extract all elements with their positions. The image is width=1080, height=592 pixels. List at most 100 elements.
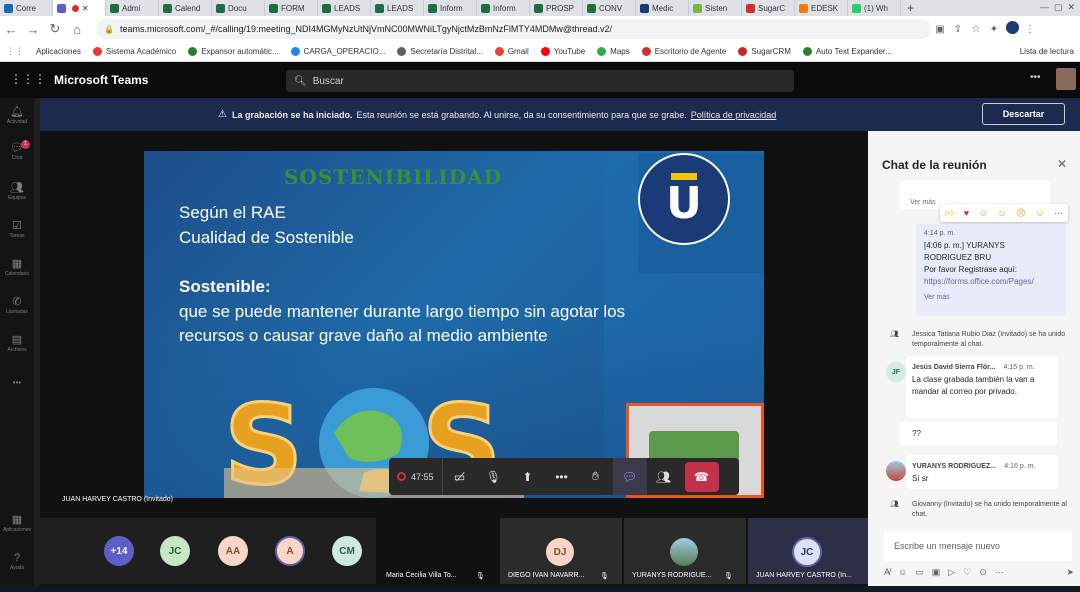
menu-icon[interactable]: ⋮ <box>1021 24 1039 35</box>
more-icon[interactable]: ⋯ <box>1054 208 1063 219</box>
rail-item-ayuda[interactable]: ? Ayuda <box>0 552 34 571</box>
profile-avatar[interactable] <box>1003 21 1021 37</box>
bookmark-item[interactable]: Sistema Académico <box>92 47 176 56</box>
share-icon[interactable]: ⇪ <box>949 24 967 35</box>
participant-avatar-cm[interactable]: CM <box>332 536 362 566</box>
format-icon[interactable]: A̸ <box>884 567 890 577</box>
rail-item-calendario[interactable]: ▦ Calendario <box>0 258 34 277</box>
see-more-link[interactable]: Ver más <box>910 197 936 209</box>
browser-tab[interactable]: Admi <box>106 0 159 16</box>
browser-tab[interactable]: SugarC <box>742 0 795 16</box>
sad-icon[interactable]: ☹ <box>1016 208 1025 219</box>
rail-item-chat[interactable]: 💬︎ Chat 1 <box>0 140 34 161</box>
bookmark-item[interactable]: Auto Text Expander... <box>802 47 892 56</box>
gif-icon[interactable]: ▭ <box>915 567 924 578</box>
forward-icon[interactable]: → <box>22 22 44 37</box>
star-icon[interactable]: ☆ <box>967 24 985 35</box>
rail-item-aplicaciones[interactable]: ▦ Aplicaciones <box>0 514 34 533</box>
browser-tab[interactable]: Inform <box>477 0 530 16</box>
home-icon[interactable]: ⌂ <box>66 22 88 37</box>
privacy-link[interactable]: Política de privacidad <box>691 110 777 120</box>
more-icon[interactable]: ⋯ <box>995 567 1004 578</box>
like-icon[interactable]: 👍︎ <box>945 208 954 219</box>
participant-avatar-a[interactable]: A <box>275 536 305 566</box>
back-icon[interactable]: ← <box>0 22 22 37</box>
browser-tab[interactable]: Docu <box>212 0 265 16</box>
camera-off-button[interactable]: ▭̸ <box>443 458 477 495</box>
send-icon[interactable]: ➤ <box>1066 567 1074 578</box>
sticker-icon[interactable]: ▣ <box>932 567 941 578</box>
browser-tab[interactable]: FORM <box>265 0 318 16</box>
praise-icon[interactable]: ♡ <box>963 567 971 578</box>
see-more-link[interactable]: Ver más <box>924 292 1058 304</box>
participant-avatar-jc[interactable]: JC <box>160 536 190 566</box>
video-tile-yuranys[interactable]: YURANYS RODRIGUE... 🎙︎ <box>624 518 746 584</box>
bookmark-item[interactable]: Escritorio de Agente <box>641 47 726 56</box>
bookmark-item[interactable]: Expansor automátic... <box>188 47 279 56</box>
participants-button[interactable]: 👥︎ <box>647 458 681 495</box>
participant-avatar-aa[interactable]: AA <box>218 536 248 566</box>
search-input[interactable]: 🔍︎ Buscar <box>286 70 794 92</box>
laugh-icon[interactable]: ☺ <box>979 208 988 218</box>
browser-tab[interactable]: LEADS <box>371 0 424 16</box>
leave-call-button[interactable]: ☎ <box>684 461 719 492</box>
tile-name: Maria Cecilia Villa To... <box>386 572 457 579</box>
browser-tab[interactable]: ✕ <box>53 0 106 16</box>
meet-icon[interactable]: ▷ <box>948 567 955 578</box>
browser-tab[interactable]: Inform <box>424 0 477 16</box>
emoji-icon[interactable]: ☺ <box>898 567 907 577</box>
rail-item-archivos[interactable]: ▤ Archivos <box>0 334 34 353</box>
bookmark-item[interactable]: Secretaría Distrital... <box>397 47 483 56</box>
browser-tab[interactable]: (1) Wh <box>848 0 901 16</box>
video-tile-juan[interactable]: JC JUAN HARVEY CASTRO (In... <box>748 518 868 584</box>
bookmark-item[interactable]: SugarCRM <box>738 47 791 56</box>
browser-tab[interactable]: Corre <box>0 0 53 16</box>
raise-hand-button[interactable]: ✋︎ <box>579 458 613 495</box>
angry-icon[interactable]: ☺ <box>1035 208 1044 218</box>
reading-list-link[interactable]: Lista de lectura <box>1020 47 1074 56</box>
close-chat-icon[interactable]: ✕ <box>1057 157 1067 171</box>
chat-button[interactable]: 💬︎ <box>612 458 647 495</box>
mute-button[interactable]: 🎙︎ <box>477 458 511 495</box>
bookmark-item[interactable]: Aplicaciones <box>36 47 81 56</box>
close-tab-icon[interactable]: ✕ <box>82 4 89 13</box>
camera-icon[interactable]: ▣ <box>931 24 949 35</box>
new-tab-button[interactable]: + <box>901 1 920 15</box>
bookmark-item[interactable]: CARGA_OPERACIO... <box>290 47 385 56</box>
user-avatar[interactable] <box>1056 68 1076 90</box>
apps-grid-icon[interactable]: ⋮⋮ <box>6 46 24 57</box>
browser-tab[interactable]: EDESK <box>795 0 848 16</box>
browser-tab[interactable]: LEADS <box>318 0 371 16</box>
rail-item-llamadas[interactable]: ✆ Llamadas <box>0 296 34 315</box>
location-icon[interactable]: ⊙ <box>979 567 987 578</box>
video-tile-maria[interactable]: Maria Cecilia Villa To... 🎙︎ <box>378 518 498 584</box>
surprised-icon[interactable]: ☺ <box>998 208 1007 218</box>
more-actions-button[interactable]: ••• <box>545 458 579 495</box>
reload-icon[interactable]: ↻ <box>44 21 66 37</box>
browser-tab[interactable]: Sisten <box>689 0 742 16</box>
form-link[interactable]: https://forms.office.com/Pages/ <box>924 276 1058 288</box>
bookmark-item[interactable]: YouTube <box>540 47 585 56</box>
bookmark-item[interactable]: Gmail <box>494 47 529 56</box>
bookmark-item[interactable]: Maps <box>597 47 630 56</box>
browser-tab[interactable]: Calend <box>159 0 212 16</box>
browser-tab[interactable]: CONV <box>583 0 636 16</box>
browser-tab[interactable]: Medic <box>636 0 689 16</box>
message-compose-box[interactable]: Escribe un mensaje nuevo <box>884 531 1072 561</box>
more-options-icon[interactable]: ••• <box>1030 72 1041 83</box>
discard-button[interactable]: Descartar <box>982 103 1065 125</box>
browser-tab[interactable]: PROSP <box>530 0 583 16</box>
app-launcher-icon[interactable]: ⋮⋮⋮ <box>10 72 46 86</box>
rail-item-equipos[interactable]: 👥︎ Equipos <box>0 182 34 201</box>
overflow-count[interactable]: +14 <box>104 536 134 566</box>
rail-item-actividad[interactable]: 🔔︎ Actividad <box>0 106 34 125</box>
heart-icon[interactable]: ♥ <box>964 208 969 218</box>
video-tile-diego[interactable]: DJ DIEGO IVAN NAVARR... 🎙︎ <box>500 518 622 584</box>
rail-item-tareas[interactable]: ☑ Tareas <box>0 220 34 239</box>
url-bar[interactable]: 🔒 teams.microsoft.com/_#/calling/19:meet… <box>96 19 931 39</box>
share-screen-button[interactable]: ⬆ <box>511 458 545 495</box>
window-controls[interactable]: — ▢ ✕ <box>1040 2 1075 13</box>
reaction-bar[interactable]: 👍︎ ♥ ☺ ☺ ☹ ☺ ⋯ <box>940 204 1068 222</box>
extensions-icon[interactable]: ✦ <box>985 24 1003 35</box>
more-apps-icon[interactable]: ••• <box>0 378 34 387</box>
